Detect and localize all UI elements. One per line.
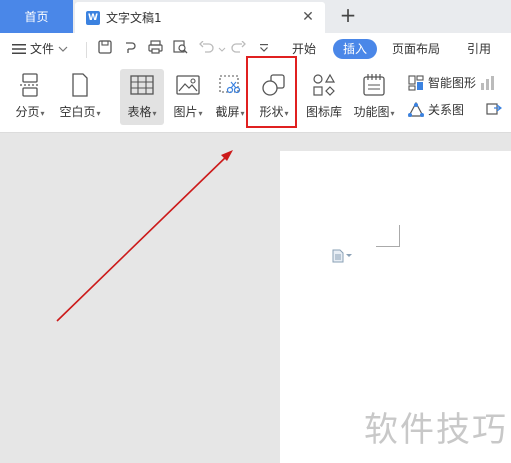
- blank-page-icon: [67, 72, 93, 98]
- tab-references[interactable]: 引用: [467, 39, 491, 59]
- blank-page-label: 空白页▾: [59, 105, 101, 119]
- print-preview-icon[interactable]: [171, 40, 189, 58]
- picture-icon: [175, 72, 201, 98]
- smart-graphic-label: 智能图形: [428, 76, 477, 90]
- scissors-icon: [217, 72, 243, 98]
- tab-page-layout[interactable]: 页面布局: [392, 39, 440, 59]
- table-label: 表格▾: [127, 105, 157, 119]
- paste-options-icon[interactable]: [332, 249, 352, 263]
- tab-home[interactable]: 首页: [0, 0, 73, 33]
- relation-chart-label: 关系图: [428, 103, 465, 117]
- page-break-icon: [17, 72, 43, 98]
- function-chart-button[interactable]: 功能图▾: [351, 72, 397, 120]
- redo-icon[interactable]: [229, 40, 247, 58]
- smart-graphic-button[interactable]: 智能图形: [408, 74, 496, 91]
- document-title: 文字文稿1: [106, 11, 162, 25]
- shape-highlight-box: [246, 56, 297, 128]
- relation-chart-button[interactable]: 关系图: [408, 101, 464, 118]
- picture-button[interactable]: 图片▾: [170, 72, 206, 120]
- function-chart-label: 功能图▾: [353, 105, 395, 119]
- margin-marker: [399, 225, 400, 247]
- online-chart-button[interactable]: [486, 101, 502, 117]
- chevron-down-icon: [58, 46, 68, 52]
- tab-document[interactable]: W 文字文稿1 ✕: [75, 2, 325, 33]
- divider: [86, 42, 87, 58]
- writer-doc-icon: W: [86, 10, 100, 25]
- screenshot-button[interactable]: 截屏▾: [212, 72, 248, 120]
- close-tab-icon[interactable]: ✕: [301, 10, 315, 24]
- smart-graphic-icon: [408, 74, 424, 91]
- page-break-button[interactable]: 分页▾: [12, 72, 48, 120]
- icon-library-label: 图标库: [305, 105, 342, 119]
- hamburger-icon: [12, 43, 26, 54]
- table-icon: [129, 72, 155, 98]
- picture-label: 图片▾: [173, 105, 203, 119]
- tab-bar: 首页 W 文字文稿1 ✕ +: [0, 0, 511, 33]
- page-break-label: 分页▾: [15, 105, 45, 119]
- table-button[interactable]: 表格▾: [120, 69, 164, 125]
- file-menu[interactable]: 文件: [12, 40, 68, 57]
- print-icon[interactable]: [146, 40, 164, 58]
- file-menu-label: 文件: [30, 42, 55, 56]
- tab-insert[interactable]: 插入: [333, 39, 378, 59]
- blank-page-button[interactable]: 空白页▾: [57, 72, 103, 120]
- function-chart-icon: [361, 72, 387, 98]
- margin-marker: [376, 246, 400, 247]
- chart-icon: [481, 75, 495, 90]
- save-icon[interactable]: [96, 40, 114, 58]
- new-tab-button[interactable]: +: [337, 4, 359, 28]
- watermark-text: 软件技巧: [364, 410, 508, 450]
- relation-chart-icon: [408, 101, 424, 117]
- screenshot-label: 截屏▾: [215, 105, 245, 119]
- online-chart-icon: [486, 103, 502, 115]
- icon-library-button[interactable]: 图标库: [304, 72, 344, 120]
- icon-library-icon: [311, 72, 337, 98]
- export-pdf-icon[interactable]: [121, 40, 139, 58]
